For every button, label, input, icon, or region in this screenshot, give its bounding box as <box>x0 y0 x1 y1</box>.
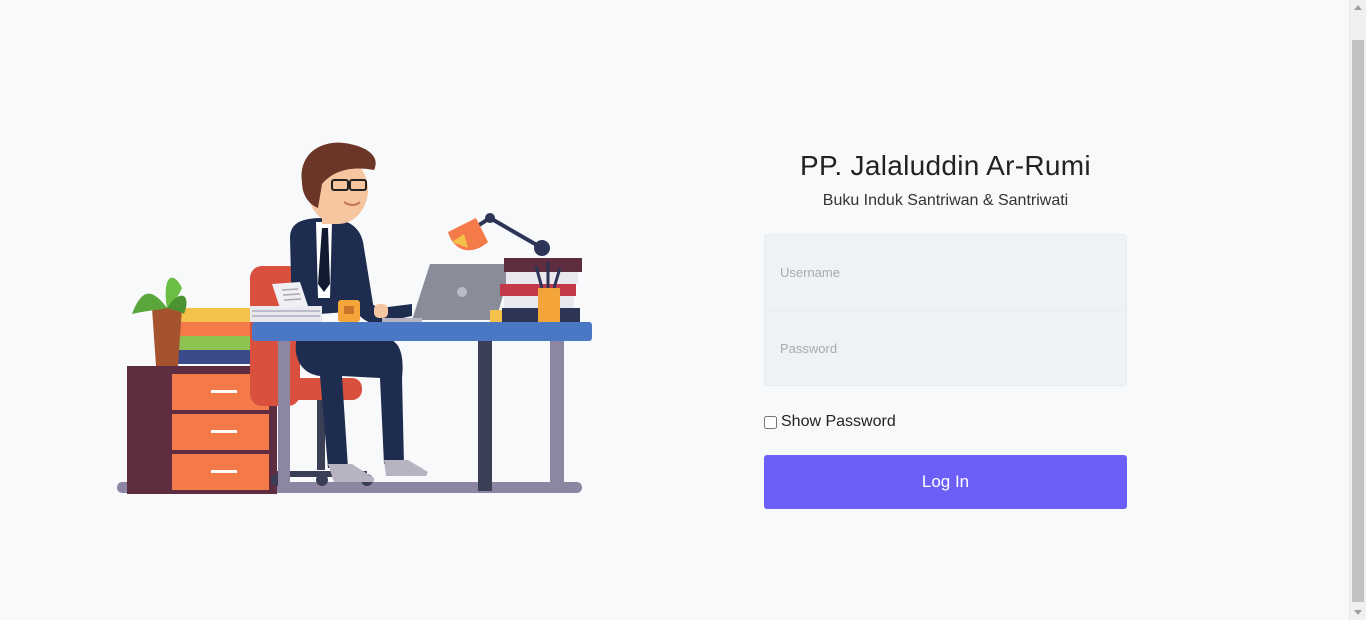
scroll-up-icon[interactable] <box>1354 5 1362 10</box>
page-title: PP. Jalaluddin Ar-Rumi <box>800 150 1091 181</box>
login-button[interactable]: Log In <box>764 455 1127 509</box>
scrollbar-thumb[interactable] <box>1352 40 1364 602</box>
username-field[interactable] <box>765 235 1126 310</box>
login-panel: PP. Jalaluddin Ar-Rumi Buku Induk Santri… <box>764 150 1127 509</box>
show-password-toggle[interactable]: Show Password <box>764 413 1127 431</box>
password-field[interactable] <box>765 310 1126 385</box>
show-password-label: Show Password <box>781 413 896 430</box>
office-worker-illustration <box>117 142 592 494</box>
credentials-group <box>764 234 1127 386</box>
scroll-down-icon[interactable] <box>1354 610 1362 615</box>
show-password-checkbox[interactable] <box>764 415 777 429</box>
page-scrollbar[interactable] <box>1349 0 1366 620</box>
login-page: PP. Jalaluddin Ar-Rumi Buku Induk Santri… <box>0 0 1366 620</box>
page-subtitle: Buku Induk Santriwan & Santriwati <box>822 192 1069 209</box>
